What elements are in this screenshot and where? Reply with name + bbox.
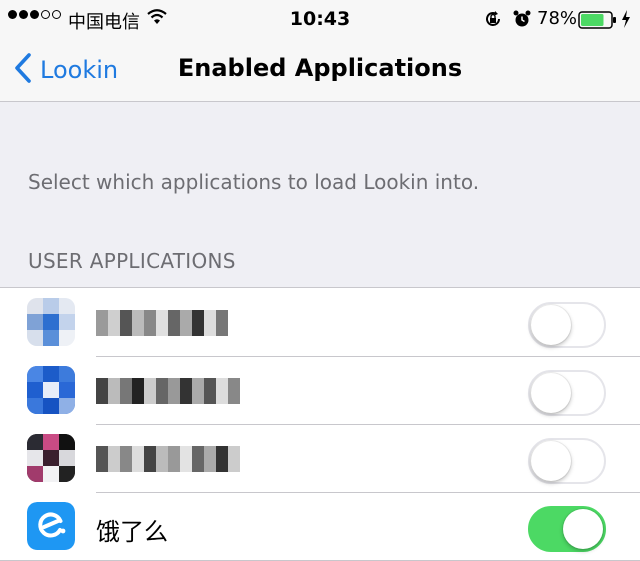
battery-percentage: 78% bbox=[537, 8, 578, 29]
app-name-obscured bbox=[96, 310, 228, 336]
section-header: USER APPLICATIONS bbox=[28, 249, 236, 273]
app-list: 饿了么 bbox=[0, 287, 640, 561]
status-bar: 中国电信 10:43 78% bbox=[0, 0, 640, 40]
app-icon bbox=[27, 298, 75, 346]
app-icon bbox=[27, 366, 75, 414]
enable-toggle[interactable] bbox=[528, 506, 606, 552]
description-text: Select which applications to load Lookin… bbox=[28, 170, 480, 194]
enable-toggle[interactable] bbox=[528, 370, 606, 416]
app-name: 饿了么 bbox=[96, 518, 168, 546]
list-item bbox=[0, 356, 640, 424]
list-item bbox=[0, 424, 640, 492]
app-name-obscured bbox=[96, 446, 240, 472]
alarm-icon bbox=[512, 9, 532, 34]
list-item: 饿了么 bbox=[0, 492, 640, 560]
navigation-bar: Lookin Enabled Applications bbox=[0, 40, 640, 102]
eleme-app-icon bbox=[27, 502, 75, 550]
enable-toggle[interactable] bbox=[528, 438, 606, 484]
app-icon bbox=[27, 434, 75, 482]
page-title: Enabled Applications bbox=[177, 54, 463, 82]
orientation-lock-icon bbox=[483, 9, 503, 34]
list-item bbox=[0, 288, 640, 356]
enable-toggle[interactable] bbox=[528, 302, 606, 348]
app-name-obscured bbox=[96, 378, 240, 404]
battery-icon bbox=[578, 10, 618, 35]
charging-icon bbox=[620, 9, 632, 34]
